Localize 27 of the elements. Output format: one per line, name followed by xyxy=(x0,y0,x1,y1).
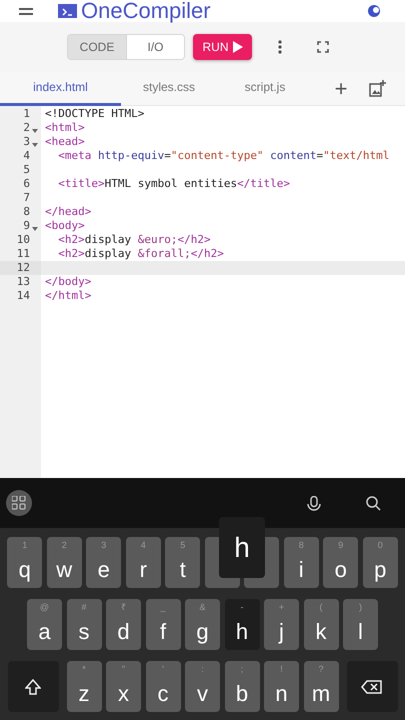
line-number: 10 xyxy=(16,233,30,247)
line-number: 12 xyxy=(16,261,30,275)
line-number: 6 xyxy=(22,177,30,191)
key-preview-tooltip: h xyxy=(219,517,265,578)
line-number: 3 xyxy=(22,135,30,149)
code-line: <h2>display &forall;</h2> xyxy=(57,247,224,260)
line-number: 8 xyxy=(22,205,30,219)
code-line: </html> xyxy=(45,289,92,302)
line-number: 5 xyxy=(22,163,30,177)
line-number: 7 xyxy=(22,191,30,205)
code-line: <!DOCTYPE HTML> xyxy=(45,107,144,120)
code-line: </body> xyxy=(45,275,92,288)
line-number: 4 xyxy=(22,149,30,163)
app-logo: OneCompiler xyxy=(81,0,211,22)
code-line: <meta http-equiv="content-type" content="text/html xyxy=(57,149,390,162)
line-number: 2 xyxy=(22,121,30,135)
code-line: <head> xyxy=(45,135,85,148)
code-line: </head> xyxy=(45,205,92,218)
code-line: <title>HTML symbol entities</title> xyxy=(57,177,290,190)
code-line: <body> xyxy=(45,219,85,232)
line-number: 9 xyxy=(22,219,30,233)
code-line: <html> xyxy=(45,121,85,134)
code-line: <h2>display &euro;</h2> xyxy=(57,233,211,246)
line-number: 1 xyxy=(22,107,30,121)
line-number: 11 xyxy=(16,247,30,261)
line-number: 13 xyxy=(16,275,30,289)
line-number: 14 xyxy=(16,289,30,303)
